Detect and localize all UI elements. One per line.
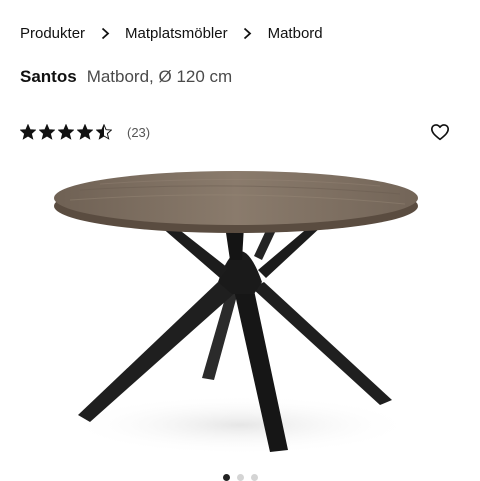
product-name: Santos <box>20 67 77 86</box>
product-image[interactable] <box>40 160 440 460</box>
product-description: Matbord, Ø 120 cm <box>86 67 233 86</box>
star-icon <box>58 124 74 140</box>
breadcrumb-item-matplatsmobler[interactable]: Matplatsmöbler <box>125 25 228 42</box>
chevron-right-icon <box>228 27 268 40</box>
star-icon <box>39 124 55 140</box>
heart-outline-icon <box>430 123 450 141</box>
star-icon <box>96 124 112 140</box>
table-illustration <box>54 171 418 455</box>
review-count[interactable]: (23) <box>127 125 150 140</box>
star-icon <box>77 124 93 140</box>
breadcrumb-item-produkter[interactable]: Produkter <box>20 25 85 42</box>
product-title: Santos Matbord, Ø 120 cm <box>20 67 232 91</box>
chevron-right-icon <box>85 27 125 40</box>
rating: (23) <box>20 122 150 142</box>
star-rating <box>20 124 115 140</box>
breadcrumb: Produkter Matplatsmöbler Matbord <box>20 22 323 44</box>
star-icon <box>20 124 36 140</box>
breadcrumb-item-matbord[interactable]: Matbord <box>268 25 323 42</box>
wishlist-button[interactable] <box>428 121 452 143</box>
